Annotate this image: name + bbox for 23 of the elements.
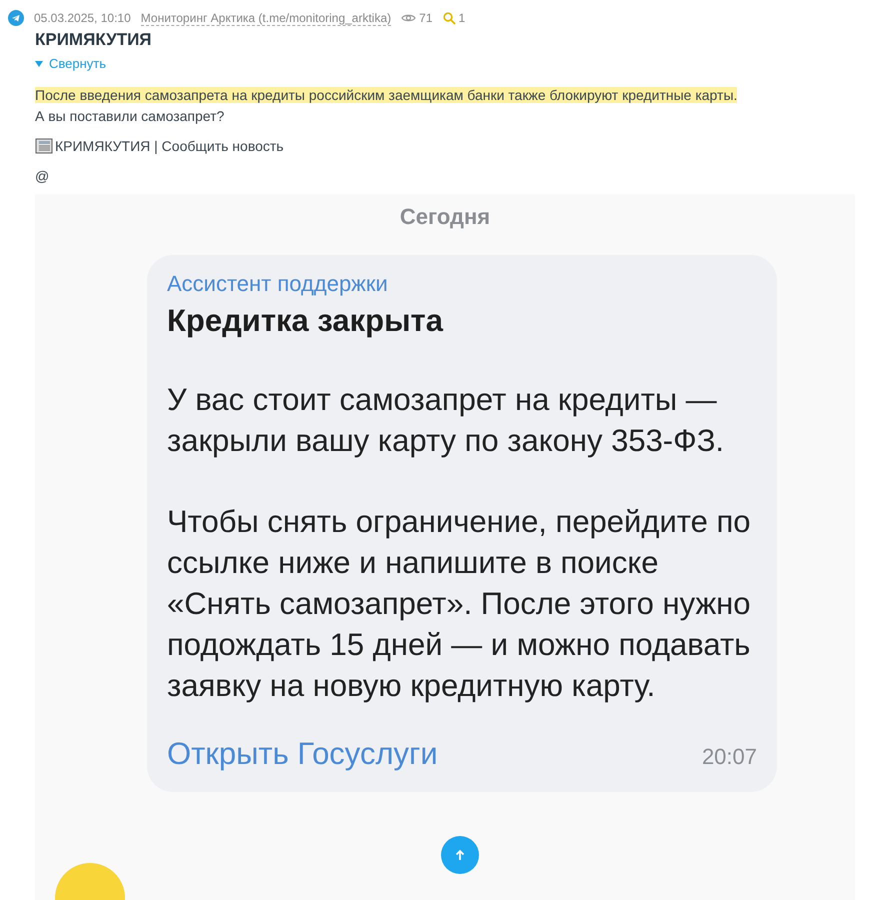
newspaper-icon [35,138,53,154]
message-text: Чтобы снять ограничение, перейдите по ссылке ниже и напишите в поиске «Снять самозапрет». После этого нужно подождать 15 дней — и можно подавать заявку на новую кредитную карту. [167,503,752,705]
find-count: 1 [458,11,466,25]
highlighted-text: После введения самозапрета на кредиты российским заемщикам банки также блокируют кредитные карты. [35,87,738,103]
triangle-icon [35,60,43,66]
day-label: Сегодня [400,204,490,230]
arrow-up-icon [454,849,466,861]
post-text: А вы поставили самозапрет? [35,108,226,124]
post-date: 05.03.2025, 10:10 [34,11,131,25]
message-text: У вас стоит самозапрет на кредиты — закрыли вашу карту по закону 353-ФЗ. [167,381,726,460]
footer-text: КРИМЯКУТИЯ | Сообщить новость [55,138,284,154]
telegram-icon [8,10,24,26]
mention-text: @ [35,168,50,184]
search-icon [442,12,456,24]
source-link[interactable]: Мониторинг Арктика (t.me/monitoring_arktika) [140,10,392,26]
message-title: Кредитка закрыта [167,303,444,339]
post-title: КРИМЯКУТИЯ [35,30,153,50]
sender-name: Ассистент поддержки [167,271,389,297]
collapse-toggle[interactable]: Свернуть [35,56,106,71]
view-count: 71 [419,11,433,25]
eye-icon [401,13,416,23]
gosuslugi-link[interactable]: Открыть Госуслуги [167,736,438,772]
message-time: 20:07 [702,744,757,770]
